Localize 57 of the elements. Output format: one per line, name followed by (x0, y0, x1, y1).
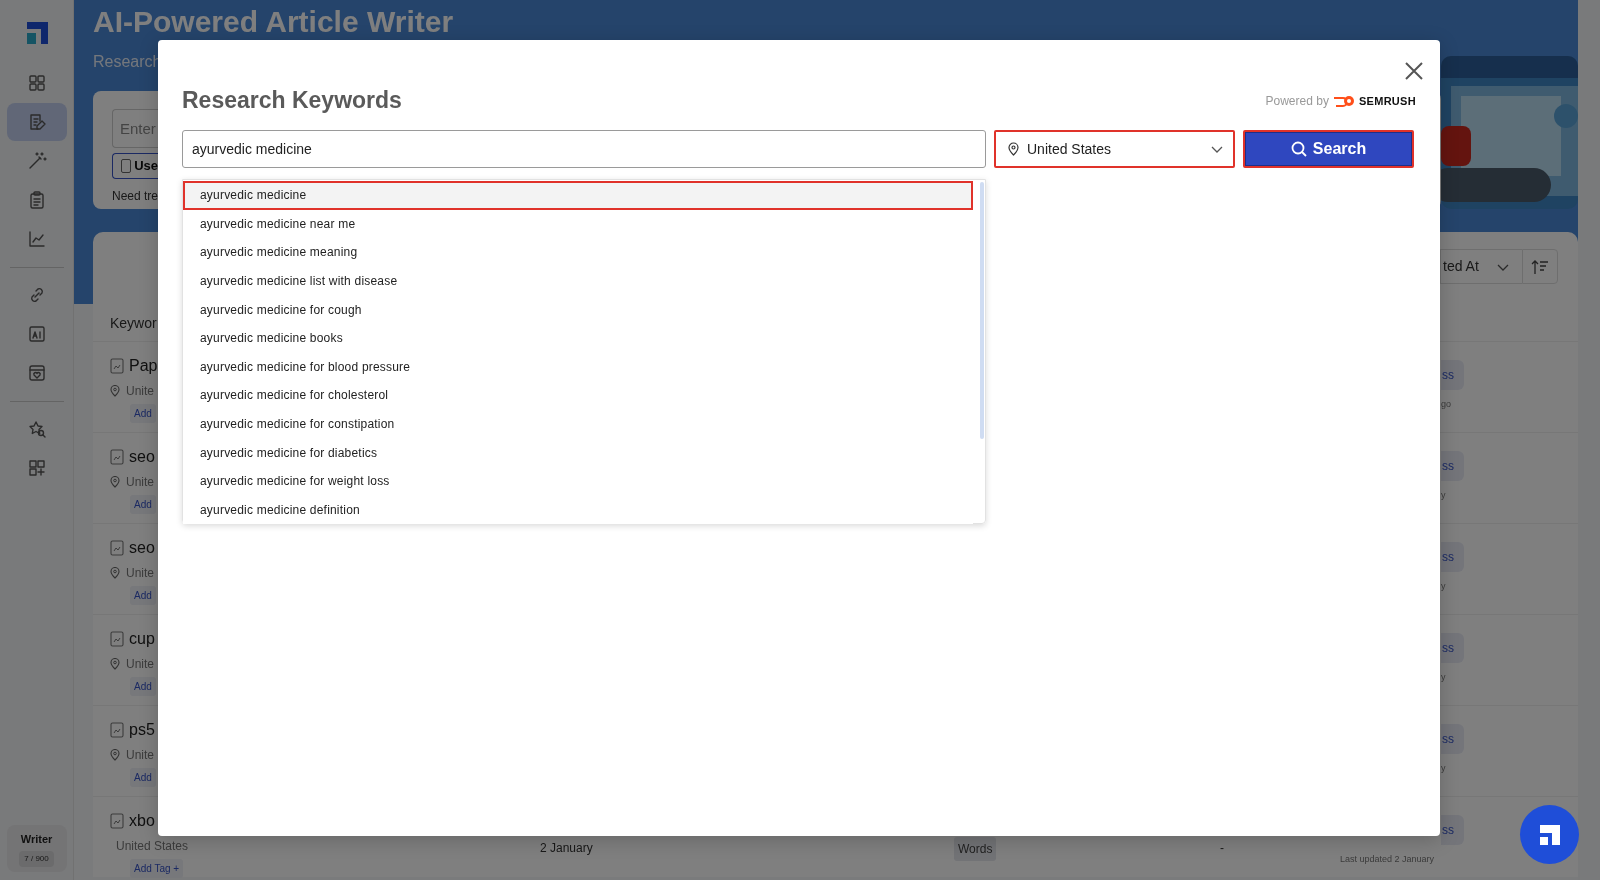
sort-icon (1531, 258, 1549, 275)
search-button[interactable]: Search (1243, 130, 1414, 168)
brand-name: SEMRUSH (1358, 93, 1416, 109)
keyword-name: Pap (129, 356, 158, 376)
dialog-title: Research Keywords (182, 86, 402, 114)
column-header: Keywor (110, 316, 157, 330)
sort-dropdown[interactable]: ted At (1440, 249, 1522, 284)
keyword-field[interactable]: Enter (112, 109, 158, 148)
search-field[interactable]: ayurvedic medicine (182, 130, 986, 168)
line-chart-icon (26, 229, 47, 249)
plan-name: Writer (20, 831, 53, 847)
cell-text: - (1220, 840, 1225, 857)
location-text: Unite (126, 565, 154, 582)
keyword-name: xbo (129, 811, 155, 831)
location-pin-icon (1008, 142, 1019, 156)
sidebar-item[interactable] (6, 103, 67, 141)
keyword-name: ps5 (129, 720, 155, 740)
location-pin-icon (110, 567, 120, 579)
option-toggle[interactable]: Use (112, 153, 158, 179)
ai-box-icon (26, 324, 47, 344)
location-pin-icon (110, 476, 120, 488)
document-icon (110, 449, 124, 465)
powered-by-text: Powered by (1265, 93, 1329, 110)
search-icon (1290, 141, 1307, 157)
location-text: United States (116, 838, 189, 855)
usage-count: 7 / 900 (19, 851, 54, 867)
location-text: Unite (126, 474, 154, 491)
keyword-name: seo (129, 447, 155, 467)
location-dropdown[interactable]: United States (994, 130, 1235, 168)
location-text: Unite (126, 747, 154, 764)
location-pin-icon (110, 658, 120, 670)
word-count-badge: Words (954, 837, 997, 861)
suggestion-item[interactable]: ayurvedic medicine definition (183, 495, 973, 525)
document-icon (110, 540, 124, 556)
page-title: AI-Powered Article Writer (93, 4, 454, 40)
add-apps-icon (26, 458, 47, 478)
location-pin-icon (110, 749, 120, 761)
keyword-name: cup (129, 629, 155, 649)
keyword-name: seo (129, 538, 155, 558)
hint-text: Need tre (112, 188, 159, 205)
checkbox[interactable] (121, 159, 132, 173)
updated-text: Last updated 2 January (1340, 853, 1435, 866)
suggestion-item[interactable]: ayurvedic medicine (183, 181, 973, 210)
location-text: Unite (126, 383, 154, 400)
close-icon (1404, 60, 1424, 81)
star-search-icon (26, 419, 47, 439)
document-icon (110, 631, 124, 647)
date-text: 2 January (540, 840, 594, 857)
document-icon (110, 813, 124, 829)
sort-button[interactable] (1522, 249, 1558, 284)
logo-icon (1537, 822, 1562, 847)
page-subtitle: Research (93, 52, 162, 71)
location-text: Unite (126, 656, 154, 673)
location-pin-icon (110, 385, 120, 397)
grid-icon (26, 73, 47, 93)
document-icon (110, 722, 124, 738)
document-icon (110, 358, 124, 374)
